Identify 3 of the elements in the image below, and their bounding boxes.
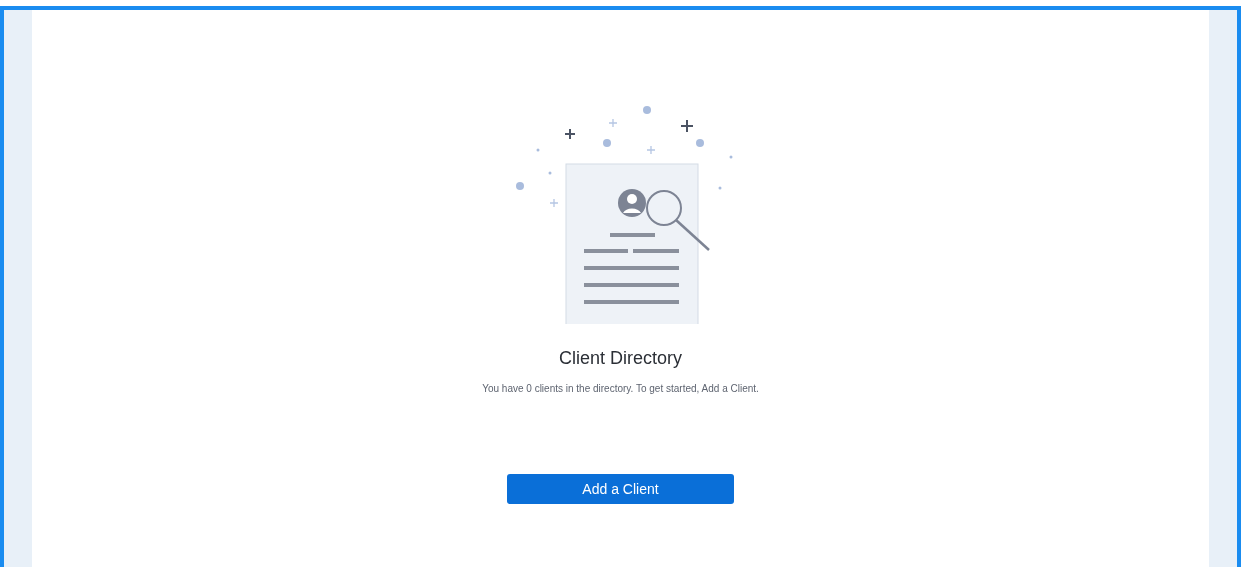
empty-state-message: You have 0 clients in the directory. To get started, Add a Client. bbox=[482, 383, 759, 394]
empty-state-title: Client Directory bbox=[559, 348, 682, 369]
add-client-button[interactable]: Add a Client bbox=[507, 474, 734, 504]
